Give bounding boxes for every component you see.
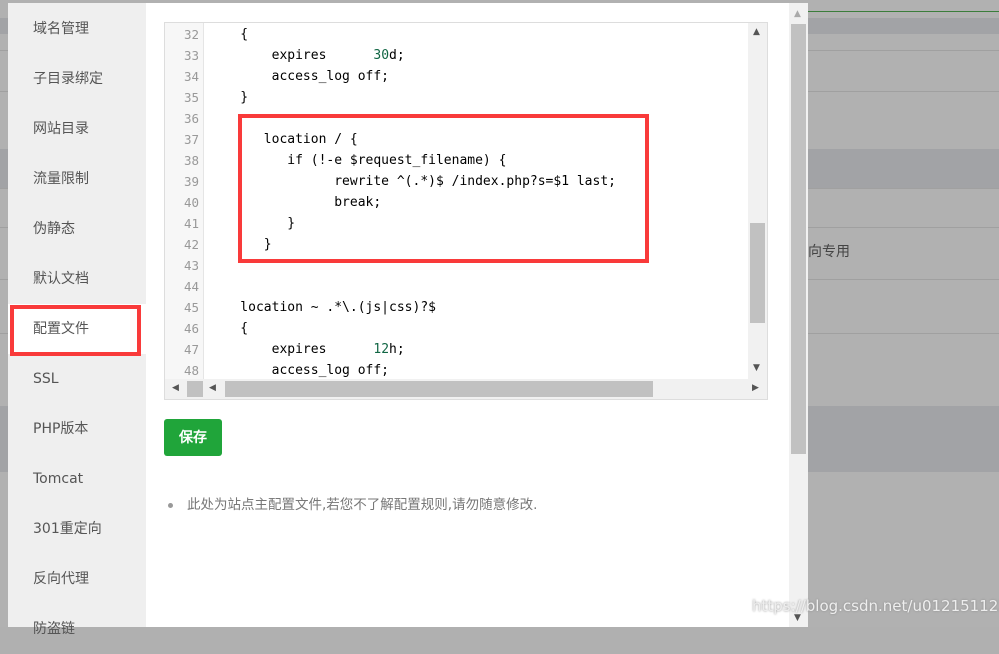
line-number: 39 [183, 174, 199, 189]
code-line[interactable]: { [209, 24, 248, 45]
line-number: 36 [183, 111, 199, 126]
scroll-left-icon[interactable]: ◀ [172, 383, 179, 393]
line-number: 44 [183, 279, 199, 294]
save-button[interactable]: 保存 [164, 419, 222, 456]
code-text: { [209, 27, 249, 42]
editor-horizontal-scrollbar[interactable]: ◀ ◀ ▶ [165, 379, 767, 399]
line-number: 35 [183, 90, 199, 105]
code-text: } [209, 90, 249, 105]
line-number: 37 [183, 132, 199, 147]
scroll-down-icon[interactable]: ▼ [753, 363, 760, 373]
code-text: expires [209, 342, 374, 357]
code-line[interactable]: location ~ .*\.(js|css)?$ [209, 297, 436, 318]
highlight-box-sidebar [10, 305, 141, 356]
background-tab-underline [808, 11, 999, 12]
line-number: 41 [183, 216, 199, 231]
code-text: h; [389, 342, 405, 357]
editor-vertical-scroll-thumb[interactable] [750, 223, 765, 323]
code-line[interactable]: access_log off; [209, 66, 389, 87]
code-line[interactable]: expires 12h; [209, 339, 405, 360]
config-tip: 此处为站点主配置文件,若您不了解配置规则,请勿随意修改. [168, 493, 537, 513]
scroll-right-icon[interactable]: ▶ [752, 383, 759, 393]
code-text: access_log off; [209, 69, 390, 84]
config-tip-text: 此处为站点主配置文件,若您不了解配置规则,请勿随意修改. [187, 497, 538, 513]
highlight-box-code [238, 114, 649, 263]
code-line[interactable]: } [209, 87, 248, 108]
sidebar-item[interactable]: Tomcat [8, 454, 146, 504]
sidebar-item[interactable]: 默认文档 [8, 254, 146, 304]
background-text: 向专用 [808, 244, 850, 260]
code-text: d; [389, 48, 405, 63]
line-number: 34 [183, 69, 199, 84]
code-text: expires [209, 48, 374, 63]
scroll-up-icon[interactable]: ▲ [753, 27, 760, 37]
sidebar-item[interactable]: 域名管理 [8, 4, 146, 54]
line-number: 46 [183, 321, 199, 336]
line-number: 32 [183, 27, 199, 42]
code-number: 30 [373, 48, 390, 63]
sidebar-item[interactable]: 反向代理 [8, 554, 146, 604]
site-settings-modal: 域名管理 子目录绑定 网站目录 流量限制 伪静态 默认文档 配置文件 SSL PHP版本 Tomc… [8, 3, 808, 637]
code-line[interactable]: access_log off; [209, 360, 389, 381]
line-number: 33 [183, 48, 199, 63]
code-line[interactable]: expires 30d; [209, 45, 405, 66]
sidebar-item[interactable]: 网站目录 [8, 104, 146, 154]
scroll-corner [187, 381, 203, 397]
sidebar-item[interactable]: SSL [8, 354, 146, 404]
code-text: access_log off; [209, 363, 390, 378]
line-number: 48 [183, 363, 199, 378]
code-text: location ~ .*\.(js|css)?$ [209, 300, 436, 315]
sidebar-item[interactable]: 301重定向 [8, 504, 146, 554]
line-number: 43 [183, 258, 199, 273]
code-line[interactable]: { [209, 318, 248, 339]
line-number: 38 [183, 153, 199, 168]
modal-scroll-thumb[interactable] [791, 24, 806, 454]
editor-horizontal-scroll-thumb[interactable] [225, 381, 653, 397]
code-text: { [209, 321, 249, 336]
bullet-icon [168, 502, 173, 508]
line-number: 42 [183, 237, 199, 252]
editor-vertical-scrollbar[interactable]: ▲ ▼ [748, 23, 767, 379]
sidebar-item[interactable]: 流量限制 [8, 154, 146, 204]
sidebar-item[interactable]: 子目录绑定 [8, 54, 146, 104]
sidebar-item[interactable]: 防盗链 [8, 604, 146, 654]
sidebar-item[interactable]: 伪静态 [8, 204, 146, 254]
line-number: 40 [183, 195, 199, 210]
line-number: 45 [183, 300, 199, 315]
code-number: 12 [373, 342, 390, 357]
sidebar-item[interactable]: PHP版本 [8, 404, 146, 454]
scroll-up-icon[interactable]: ▲ [794, 9, 801, 19]
watermark: https://blog.csdn.net/u012151123 [752, 597, 999, 615]
modal-scrollbar[interactable]: ▲ ▼ [789, 3, 808, 627]
line-number: 47 [183, 342, 199, 357]
scroll-left-icon[interactable]: ◀ [209, 383, 216, 393]
